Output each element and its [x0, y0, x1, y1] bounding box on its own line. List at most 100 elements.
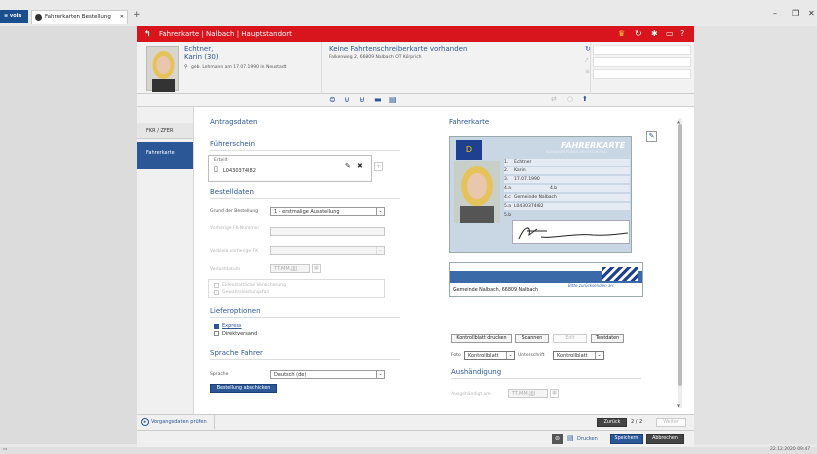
verlust-placeholder: TT.MM.JJJJ	[274, 266, 298, 272]
field-val: Karin	[514, 168, 526, 173]
message-icon[interactable]: ▬	[374, 95, 382, 104]
express-checkbox[interactable]	[214, 324, 219, 329]
chevron-down-icon: ⌄	[376, 208, 384, 215]
minimize-button[interactable]: –	[773, 9, 777, 18]
delete-icon[interactable]: ✖	[357, 162, 363, 170]
sprache-title: Sprache Fahrer	[210, 349, 263, 357]
restore-button[interactable]: ❐	[792, 9, 799, 18]
vorherige-input[interactable]	[270, 227, 385, 236]
check-circle-icon[interactable]: ▸	[141, 418, 149, 426]
card-field-3: 3. 17.07.1990	[504, 176, 630, 183]
page-indicator: 2 / 2	[631, 419, 643, 425]
footer-divider	[214, 415, 215, 429]
add-fuehrerschein-button[interactable]: +	[374, 162, 383, 171]
bestelldaten-divider	[210, 198, 400, 199]
info-box-3	[593, 69, 691, 79]
weiter-button[interactable]: Weiter	[656, 418, 686, 427]
card-field-5b: 5.b	[504, 212, 630, 219]
speichern-button[interactable]: Speichern	[610, 434, 643, 444]
field-no: 5.a	[504, 204, 512, 209]
ausgehaendigt-placeholder: TT.MM.JJJJ	[512, 391, 536, 397]
zurueck-button[interactable]: Zurück	[597, 418, 627, 427]
app-logo[interactable]: ≡ vois	[0, 10, 28, 23]
help-icon[interactable]: ?	[680, 26, 684, 42]
card-field-1: 1. Echtner	[504, 159, 630, 166]
gear-icon[interactable]: ✱	[651, 26, 658, 42]
field-no: 3.	[504, 177, 509, 182]
sidebar-item-fahrerkarte[interactable]: Fahrerkarte	[137, 142, 193, 169]
download-icon[interactable]: ⊍	[344, 95, 350, 104]
abbrechen-button[interactable]: Abbrechen	[646, 434, 684, 444]
action-icons-bar: ⊜ ⊍ ⊎ ▬ ▤ ⇄ ○ ⬆	[137, 94, 694, 107]
foto-select[interactable]: Kontrollblatt ⌄	[464, 351, 515, 360]
edit-pencil-icon[interactable]: ✎	[345, 162, 351, 170]
eid-checkbox[interactable]	[214, 283, 219, 288]
card-eu-flag: D	[456, 140, 482, 160]
scan-icon[interactable]: ⊜	[329, 95, 336, 104]
sprache-divider	[210, 359, 400, 360]
card-field-4c: 4.c Gemeinde Nalbach	[504, 194, 630, 201]
card-portrait	[460, 166, 494, 223]
scrollbar-thumb[interactable]	[678, 124, 682, 386]
card-notice: Keine Fahrtenschreiberkarte vorhanden	[329, 45, 468, 53]
verlust-label: Verlustdatum	[210, 267, 241, 272]
card-title: FAHRERKARTE	[561, 141, 626, 150]
aushaendigung-divider	[451, 378, 641, 379]
window-icon[interactable]: ▭	[666, 26, 674, 42]
unterschrift-select[interactable]: Kontrollblatt ⌄	[553, 351, 604, 360]
edit-button[interactable]: Edit	[553, 334, 587, 343]
person-photo	[146, 46, 179, 92]
verlust-date-input[interactable]: TT.MM.JJJJ	[270, 264, 310, 273]
browser-tab[interactable]: Fahrerkarten Bestellung ✕	[31, 10, 128, 24]
eid-box	[208, 279, 385, 298]
pin-icon[interactable]: ⬆	[582, 95, 588, 103]
testdaten-button[interactable]: Testdaten	[591, 334, 624, 343]
close-window-button[interactable]: ✕	[808, 9, 815, 18]
card-back-label: Bitte zurücksenden an:	[568, 283, 615, 288]
scan-print-icon[interactable]: ⊜	[552, 434, 563, 444]
sync-icon[interactable]: ↻	[585, 45, 591, 53]
scannen-button[interactable]: Scannen	[515, 334, 549, 343]
field-no: 4.c	[504, 195, 511, 200]
direkt-checkbox[interactable]	[214, 331, 219, 336]
sprache-value: Deutsch (de)	[274, 372, 307, 378]
grund-value: 1 - erstmalige Ausstellung	[274, 209, 340, 215]
bestellung-abschicken-button[interactable]: Bestellung abschicken	[210, 384, 277, 393]
ausgehaendigt-date-input[interactable]: TT.MM.JJJJ	[508, 389, 548, 398]
status-datetime: 22.12.2020 09:47	[770, 447, 811, 452]
calendar-icon[interactable]: ▦	[312, 264, 321, 273]
sidebar-item-fkr-zfer[interactable]: FKR / ZFER	[137, 123, 193, 139]
tab-close-icon[interactable]: ✕	[120, 11, 124, 24]
field-no: 1.	[504, 160, 509, 165]
vorherige-label: Vorherige FK-Nummer	[210, 226, 260, 231]
back-arrow-icon[interactable]: ↰	[144, 26, 151, 42]
external-link-icon: ⤤	[585, 57, 589, 64]
print-icon[interactable]: ▤	[389, 95, 397, 104]
kontrollblatt-drucken-button[interactable]: Kontrollblatt drucken	[451, 334, 512, 343]
fuehrerschein-title: Führerschein	[210, 140, 256, 148]
drucken-button[interactable]: Drucken	[577, 436, 598, 442]
grund-select[interactable]: 1 - erstmalige Ausstellung ⌄	[270, 207, 385, 216]
field-val: L0430374I82	[514, 204, 544, 209]
vorgangsdaten-pruefen-link[interactable]: Vorgangsdaten prüfen	[151, 419, 207, 425]
left-margin	[0, 26, 137, 444]
new-tab-button[interactable]: +	[133, 10, 141, 20]
scroll-up-icon[interactable]: ▲	[677, 119, 680, 124]
field-val: Echtner	[514, 160, 532, 165]
location-pin-icon: ⚲	[184, 64, 188, 70]
scroll-down-icon[interactable]: ▼	[677, 403, 680, 408]
transfer-icon: ⇄	[551, 95, 557, 103]
gewalt-checkbox[interactable]	[214, 290, 219, 295]
calendar-icon[interactable]: ▦	[550, 389, 559, 398]
card-signature	[512, 220, 630, 244]
upload-icon[interactable]: ⊎	[359, 95, 365, 104]
verbleib-select[interactable]: ⌄	[270, 246, 385, 255]
express-label[interactable]: Express	[222, 323, 242, 329]
refresh-icon[interactable]: ↻	[635, 26, 642, 42]
print-icon[interactable]: ▤	[567, 434, 574, 442]
sprache-select[interactable]: Deutsch (de) ⌄	[270, 370, 385, 379]
card-subtitle: BUNDESREPUBLIK DEUTSCHLAND	[546, 150, 608, 154]
edit-card-icon[interactable]: ✎	[646, 131, 657, 142]
verbleib-label: Verbleib vorherige FK	[210, 249, 259, 254]
alert-icon[interactable]: ♛	[618, 26, 625, 42]
